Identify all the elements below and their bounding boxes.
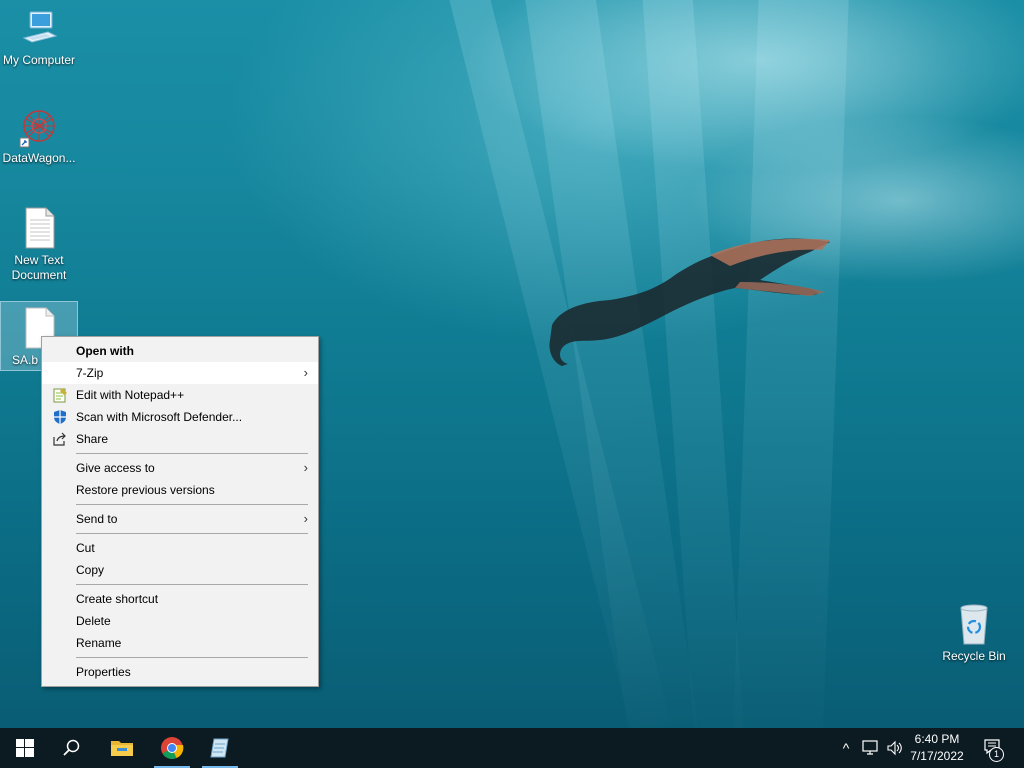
menu-item-rename[interactable]: Rename bbox=[42, 632, 318, 654]
datawagon-shortcut-icon bbox=[19, 110, 55, 148]
text-document-icon bbox=[25, 207, 55, 249]
menu-item-delete[interactable]: Delete bbox=[42, 610, 318, 632]
desktop-icon-label: New Text Document bbox=[11, 253, 67, 282]
chrome-icon bbox=[161, 737, 184, 759]
desktop-icon-label: DataWagon... bbox=[2, 151, 76, 165]
network-icon bbox=[862, 740, 878, 755]
diver-image bbox=[549, 238, 830, 366]
clock-time: 6:40 PM bbox=[914, 732, 960, 746]
menu-item-restore-versions[interactable]: Restore previous versions bbox=[42, 479, 318, 501]
recycle-bin-icon bbox=[960, 604, 988, 645]
menu-item-open-with[interactable]: Open with bbox=[42, 340, 318, 362]
start-icon bbox=[16, 739, 34, 757]
taskbar-clock[interactable]: 6:40 PM 7/17/2022 bbox=[902, 731, 972, 765]
chrome-button[interactable] bbox=[152, 728, 192, 768]
menu-separator bbox=[76, 533, 308, 534]
desktop-icon-recycle-bin[interactable]: Recycle Bin bbox=[936, 602, 1012, 664]
menu-item-label: Restore previous versions bbox=[76, 483, 215, 497]
menu-item-label: Give access to bbox=[76, 461, 155, 475]
menu-item-label: Create shortcut bbox=[76, 592, 159, 606]
menu-item-label: Share bbox=[76, 432, 109, 446]
taskbar: ^ 6:40 PM 7/17/2022 1 bbox=[0, 728, 1024, 768]
chevron-right-icon: › bbox=[303, 511, 308, 526]
notepadpp-icon bbox=[53, 388, 67, 403]
desktop-icon-my-computer[interactable]: My Computer bbox=[1, 8, 77, 68]
menu-item-share[interactable]: Share bbox=[42, 428, 318, 450]
menu-item-label: Open with bbox=[76, 344, 134, 358]
search-button[interactable] bbox=[52, 728, 92, 768]
share-icon bbox=[53, 432, 66, 446]
menu-separator bbox=[76, 504, 308, 505]
notification-count-badge: 1 bbox=[989, 747, 1004, 762]
desktop-icon-label: Recycle Bin bbox=[942, 649, 1006, 663]
menu-item-cut[interactable]: Cut bbox=[42, 537, 318, 559]
desktop-background[interactable]: My Computer DataWagon... New Text Docume… bbox=[0, 0, 1024, 728]
menu-item-label: Copy bbox=[76, 563, 105, 577]
file-explorer-button[interactable] bbox=[102, 728, 142, 768]
notepad-button[interactable] bbox=[200, 728, 240, 768]
menu-item-scan-defender[interactable]: Scan with Microsoft Defender... bbox=[42, 406, 318, 428]
desktop-icon-new-text-document[interactable]: New Text Document bbox=[1, 206, 77, 283]
search-icon bbox=[63, 739, 80, 756]
menu-item-label: Properties bbox=[76, 665, 131, 679]
defender-shield-icon bbox=[54, 410, 66, 424]
menu-item-label: Rename bbox=[76, 636, 122, 650]
network-button[interactable] bbox=[860, 728, 882, 768]
menu-item-label: Cut bbox=[76, 541, 95, 555]
notification-center-button[interactable]: 1 bbox=[980, 728, 1008, 768]
menu-item-7zip[interactable]: 7-Zip › bbox=[42, 362, 318, 384]
menu-item-create-shortcut[interactable]: Create shortcut bbox=[42, 588, 318, 610]
menu-separator bbox=[76, 657, 308, 658]
chevron-up-icon: ^ bbox=[842, 740, 850, 756]
tray-overflow-button[interactable]: ^ bbox=[836, 728, 856, 768]
computer-icon bbox=[22, 11, 58, 43]
menu-item-label: Edit with Notepad++ bbox=[76, 388, 185, 402]
menu-item-give-access[interactable]: Give access to › bbox=[42, 457, 318, 479]
desktop-icon-label: My Computer bbox=[2, 53, 76, 67]
menu-item-copy[interactable]: Copy bbox=[42, 559, 318, 581]
file-explorer-icon bbox=[111, 741, 133, 756]
clock-date: 7/17/2022 bbox=[910, 749, 964, 763]
menu-item-send-to[interactable]: Send to › bbox=[42, 508, 318, 530]
desktop-icon-label: SA.b bbox=[11, 353, 38, 367]
chevron-right-icon: › bbox=[303, 365, 308, 380]
menu-item-label: 7-Zip bbox=[76, 366, 104, 380]
chevron-right-icon: › bbox=[303, 460, 308, 475]
desktop-icon-datawagon[interactable]: DataWagon... bbox=[1, 106, 77, 166]
start-button[interactable] bbox=[4, 728, 46, 768]
notepad-icon bbox=[210, 738, 229, 758]
menu-item-label: Send to bbox=[76, 512, 118, 526]
menu-separator bbox=[76, 453, 308, 454]
menu-item-properties[interactable]: Properties bbox=[42, 661, 318, 683]
menu-separator bbox=[76, 584, 308, 585]
menu-item-label: Scan with Microsoft Defender... bbox=[76, 410, 243, 424]
menu-item-label: Delete bbox=[76, 614, 111, 628]
menu-item-edit-notepadpp[interactable]: Edit with Notepad++ bbox=[42, 384, 318, 406]
context-menu: Open with 7-Zip › Edit with Notepad++ Sc… bbox=[41, 336, 319, 687]
